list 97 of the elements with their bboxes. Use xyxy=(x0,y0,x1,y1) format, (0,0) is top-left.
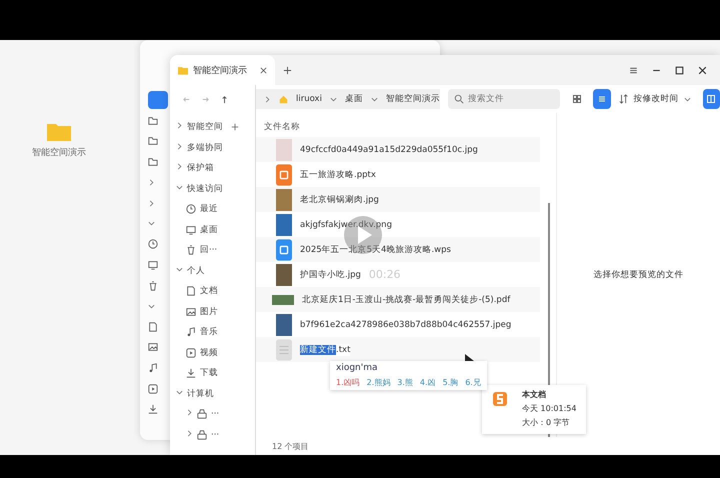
tooltip-text: 今天 10:01:54 xyxy=(522,403,576,414)
chevron-down-icon[interactable] xyxy=(148,220,155,228)
chevron-down-icon[interactable] xyxy=(176,266,183,273)
grid-icon xyxy=(572,94,582,104)
close-icon[interactable] xyxy=(260,66,267,74)
sidebar-item[interactable]: 最近 xyxy=(200,203,218,216)
up-arrow-icon[interactable] xyxy=(220,94,229,104)
add-icon[interactable] xyxy=(231,123,239,132)
trash-icon xyxy=(148,280,158,291)
breadcrumb-item[interactable]: liruoxi xyxy=(296,94,322,104)
sidebar-item[interactable]: ··· xyxy=(211,409,220,420)
folder-tab[interactable]: 智能空间演示 xyxy=(170,55,275,85)
sidebar-item[interactable]: 文档 xyxy=(200,285,218,298)
candidate-word[interactable]: 2.熊妈 xyxy=(366,377,390,388)
sidebar-item[interactable]: 音乐 xyxy=(200,326,218,338)
monitor-icon xyxy=(186,224,196,235)
sort-button[interactable]: 按修改时间 xyxy=(618,93,691,105)
file-name[interactable]: akjgfsfakjwer.dkv.png xyxy=(300,220,392,230)
candidate-word[interactable]: 4.凶 xyxy=(420,377,436,388)
chevron-right-icon[interactable] xyxy=(148,179,155,186)
music-note-icon xyxy=(148,363,158,374)
candidate-word[interactable]: 6.兄 xyxy=(465,377,481,388)
file-name-field[interactable]: 新建文件.txt xyxy=(300,344,350,356)
selected-sidebar-item[interactable] xyxy=(148,91,168,110)
sidebar-section[interactable]: 多端协同 xyxy=(187,142,223,154)
chevron-right-icon[interactable] xyxy=(176,122,183,130)
add-tab-icon[interactable] xyxy=(283,66,292,74)
candidate-word[interactable]: 1.凶吗 xyxy=(336,377,360,388)
download-icon xyxy=(186,368,196,378)
tooltip-text: 大小：0 字节 xyxy=(522,417,571,428)
video-icon xyxy=(148,384,158,394)
preview-hint: 选择你想要预览的文件 xyxy=(594,269,684,281)
chevron-right-icon[interactable] xyxy=(176,142,183,150)
chevron-right-icon[interactable] xyxy=(176,163,183,170)
chevron-down-icon xyxy=(684,96,691,102)
chevron-right-icon[interactable] xyxy=(186,430,193,437)
chevron-right-icon[interactable] xyxy=(264,96,271,102)
file-name[interactable]: 护国寺小吃.jpg xyxy=(300,268,361,280)
chevron-down-icon[interactable] xyxy=(176,388,183,396)
trash-icon xyxy=(186,245,196,256)
tab-title: 智能空间演示 xyxy=(193,64,247,76)
folder-icon xyxy=(148,136,158,146)
candidate-word[interactable]: 5.胸 xyxy=(442,377,458,388)
candidate-word[interactable]: 3.熊 xyxy=(397,377,413,388)
chevron-down-icon[interactable] xyxy=(176,184,183,191)
search-icon xyxy=(454,94,464,104)
sidebar-item[interactable]: 视频 xyxy=(200,346,218,359)
home-icon xyxy=(279,94,288,104)
folder-icon xyxy=(178,66,188,74)
drive-icon xyxy=(197,430,207,440)
sidebar-section[interactable]: 快速访问 xyxy=(187,182,223,195)
chevron-down-icon[interactable] xyxy=(148,302,155,310)
item-count: 12 个项目 xyxy=(272,440,309,452)
sidebar-section[interactable]: 智能空间 xyxy=(187,121,223,134)
sidebar-item[interactable]: 下载 xyxy=(200,367,218,380)
maximize-icon[interactable] xyxy=(674,64,685,76)
close-icon[interactable] xyxy=(697,64,708,76)
sidebar-section[interactable]: 计算机 xyxy=(187,388,214,400)
sidebar-section[interactable]: 个人 xyxy=(187,264,205,277)
folder-icon xyxy=(148,116,158,126)
sidebar-item[interactable]: 桌面 xyxy=(200,224,218,236)
split-panel-icon xyxy=(706,94,716,104)
desktop-icon-label: 智能空间演示 xyxy=(32,146,86,159)
preview-panel-button[interactable] xyxy=(702,89,720,109)
document-icon xyxy=(186,286,196,296)
video-icon xyxy=(186,348,196,358)
folder-icon xyxy=(148,157,158,168)
drive-icon xyxy=(197,409,207,420)
sort-icon xyxy=(618,94,629,104)
sidebar-item[interactable]: 回··· xyxy=(200,244,218,256)
clock-icon xyxy=(186,204,196,214)
chevron-right-icon[interactable] xyxy=(186,409,193,416)
file-name[interactable]: 老北京铜锅涮肉.jpg xyxy=(300,194,379,206)
pinyin-text: xiogn'ma xyxy=(336,363,379,373)
list-icon xyxy=(596,94,607,104)
music-note-icon xyxy=(186,327,196,338)
sidebar-section[interactable]: 保护箱 xyxy=(187,162,214,174)
monitor-icon xyxy=(148,260,158,270)
picture-icon xyxy=(186,306,196,317)
tooltip-title: 本文档 xyxy=(522,389,547,400)
picture-icon xyxy=(148,342,158,352)
sidebar-item[interactable]: ··· xyxy=(211,430,220,440)
file-name[interactable]: b7f961e2ca4278986e038b7d88b04c462557.jpeg xyxy=(300,320,512,330)
column-header[interactable]: 文件名称 xyxy=(264,121,300,137)
list-view-button[interactable] xyxy=(593,89,611,109)
breadcrumb-item[interactable]: 桌面 xyxy=(344,93,363,105)
file-name[interactable]: 五一旅游攻略.pptx xyxy=(300,168,376,180)
clock-icon xyxy=(148,239,158,250)
sidebar-item[interactable]: 图片 xyxy=(200,306,218,318)
input-method-logo-icon xyxy=(492,391,508,407)
breadcrumb-item[interactable]: 智能空间演示 xyxy=(386,93,440,105)
search-field[interactable]: 搜索文件 xyxy=(448,89,560,109)
chevron-down-icon[interactable] xyxy=(330,96,337,102)
chevron-down-icon[interactable] xyxy=(370,96,378,102)
chevron-right-icon[interactable] xyxy=(148,200,155,207)
document-icon xyxy=(148,322,158,332)
download-icon xyxy=(148,404,158,414)
